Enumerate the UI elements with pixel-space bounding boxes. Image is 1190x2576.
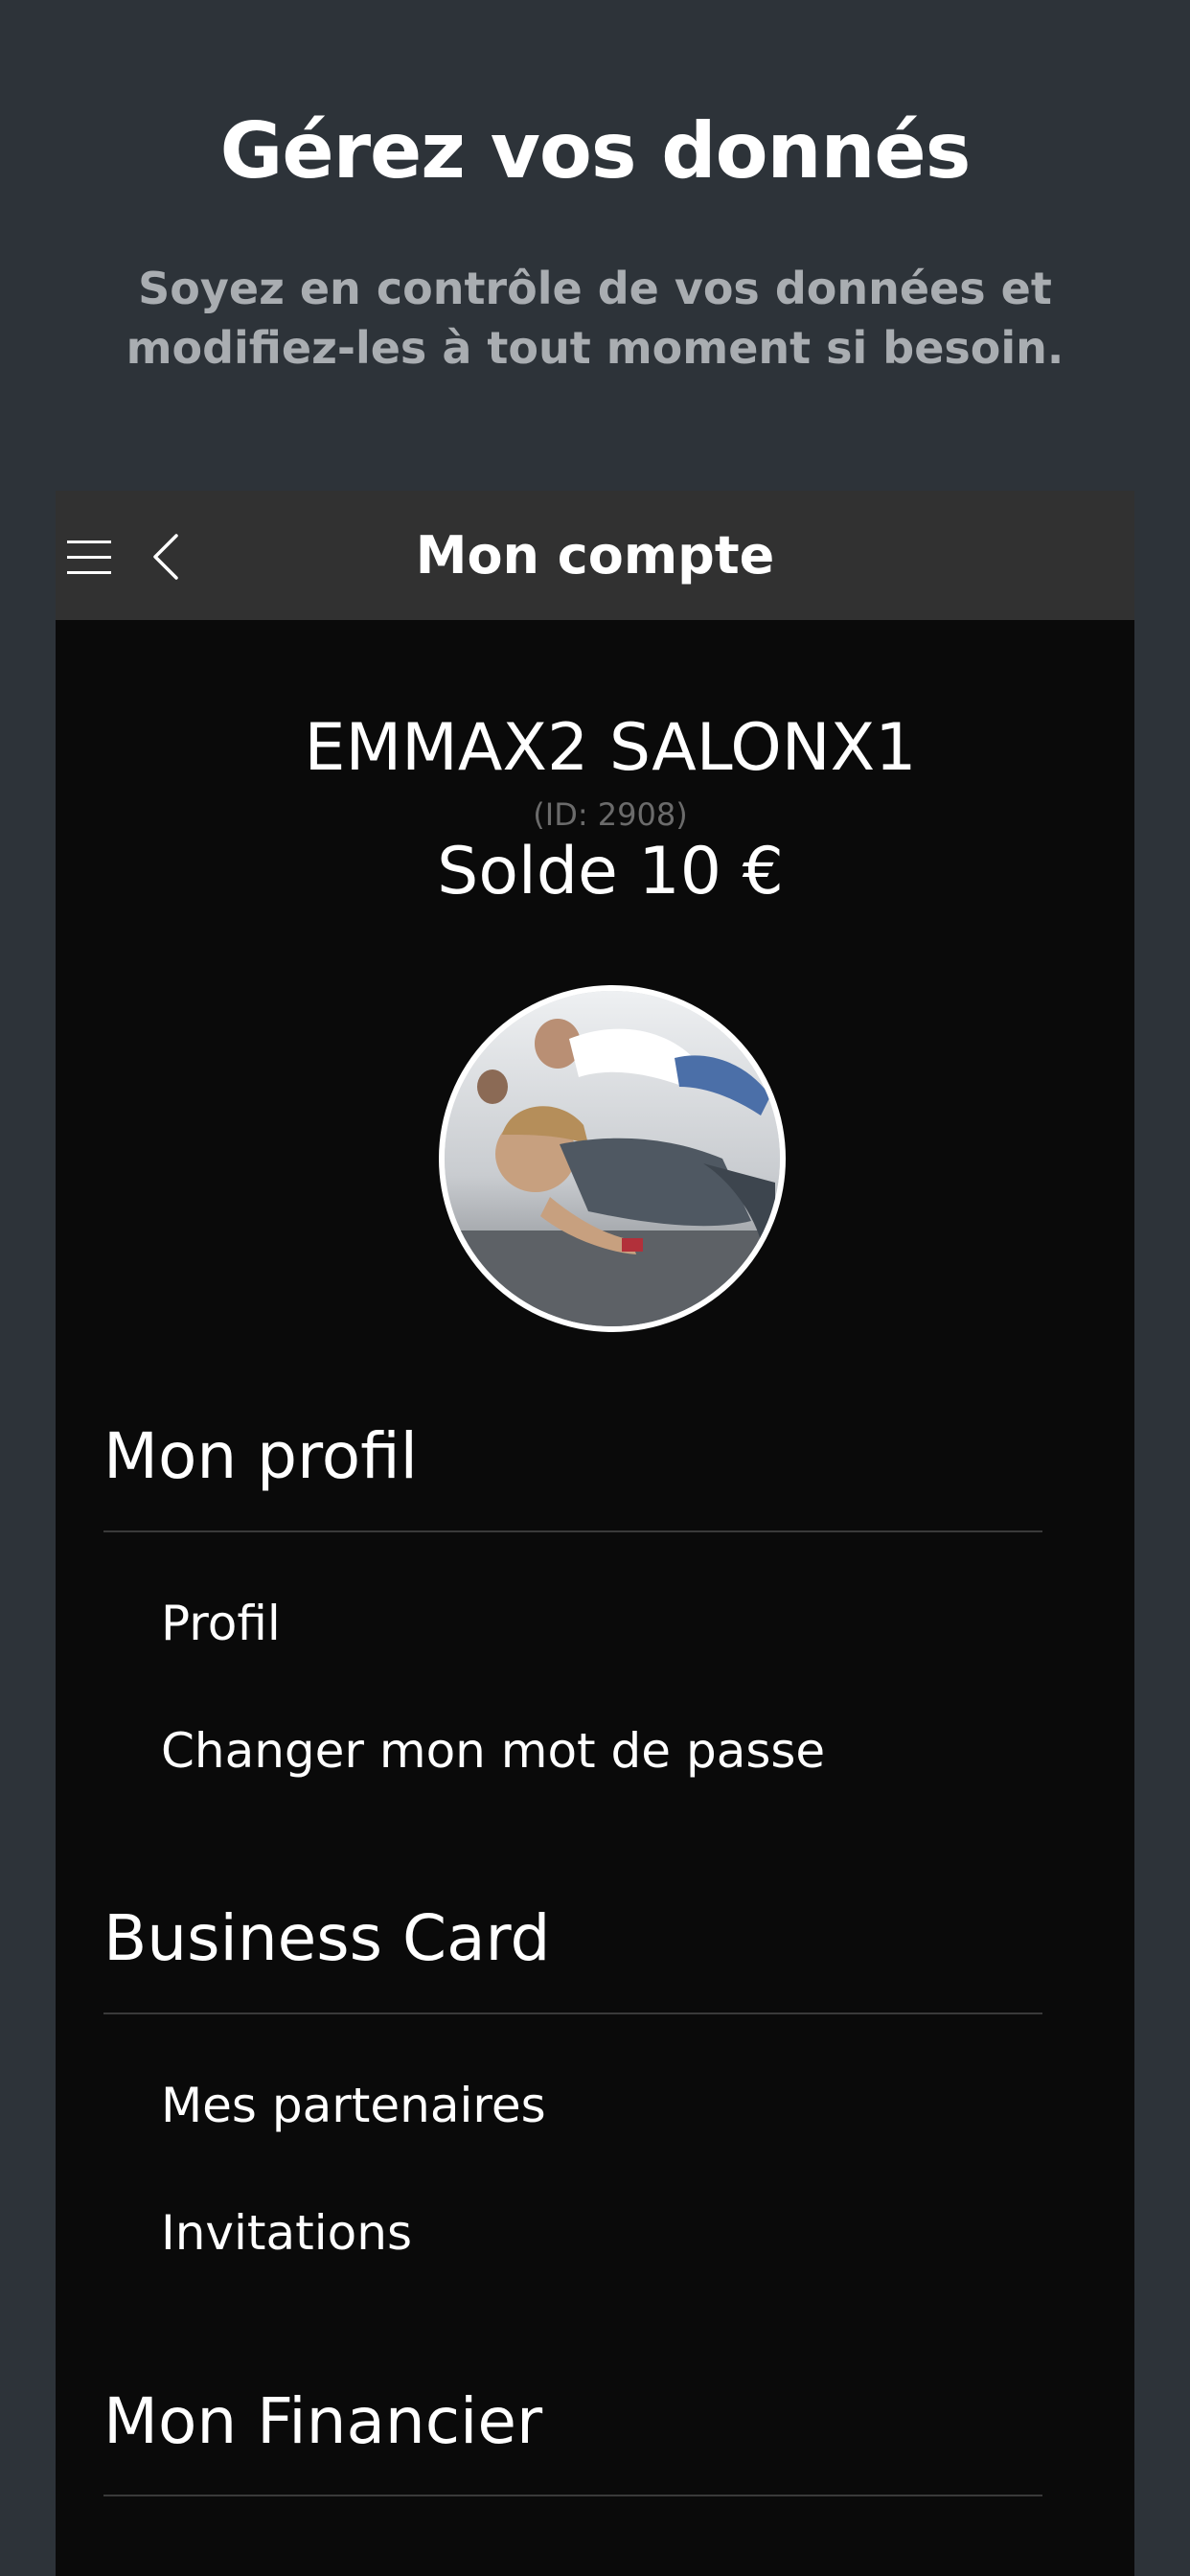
avatar[interactable] bbox=[439, 985, 786, 1332]
divider bbox=[103, 2012, 1042, 2014]
section-title-mon-profil: Mon profil bbox=[103, 1419, 419, 1493]
divider bbox=[103, 2495, 1042, 2496]
user-name: EMMAX2 SALONX1 bbox=[304, 710, 917, 786]
user-id: (ID: 2908) bbox=[533, 796, 688, 833]
promo-title: Gérez vos donnés bbox=[219, 106, 972, 196]
divider bbox=[103, 1530, 1042, 1532]
section-title-mon-financier: Mon Financier bbox=[103, 2384, 543, 2458]
appbar-title: Mon compte bbox=[415, 525, 775, 586]
menu-item-mes-partenaires[interactable]: Mes partenaires bbox=[161, 2075, 546, 2136]
account-balance: Solde 10 € bbox=[437, 834, 784, 909]
menu-item-changer-mot-de-passe[interactable]: Changer mon mot de passe bbox=[161, 1720, 825, 1782]
section-title-business-card: Business Card bbox=[103, 1901, 551, 1975]
app-screen: Mon compte EMMAX2 SALONX1 (ID: 2908) Sol… bbox=[56, 491, 1134, 2576]
menu-item-invitations[interactable]: Invitations bbox=[161, 2202, 412, 2264]
promo-subtitle: Soyez en contrôle de vos données et modi… bbox=[126, 263, 1064, 374]
menu-item-profil[interactable]: Profil bbox=[161, 1593, 281, 1654]
app-bar: Mon compte bbox=[56, 491, 1134, 620]
